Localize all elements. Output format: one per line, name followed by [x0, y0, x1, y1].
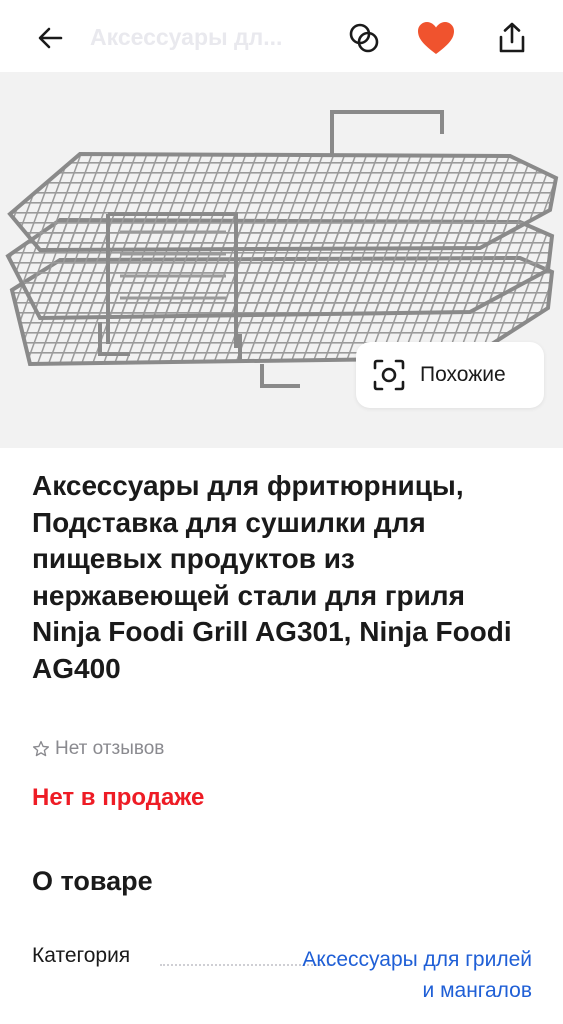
top-bar: Аксессуары дл... [0, 0, 563, 72]
spec-key: Категория [32, 944, 139, 968]
back-button[interactable] [30, 18, 70, 58]
similar-products-label: Похожие [420, 363, 506, 386]
category-link[interactable]: Аксессуары для грилей и мангалов [302, 944, 532, 1006]
spec-row-category: Категория Аксессуары для грилей и мангал… [32, 944, 532, 1014]
rating-row[interactable]: Нет отзывов [32, 738, 164, 760]
heart-icon [418, 22, 454, 54]
header-title: Аксессуары дл... [90, 24, 283, 50]
about-section-title: О товаре [32, 866, 153, 896]
arrow-left-icon [38, 27, 63, 49]
share-button[interactable] [490, 16, 534, 60]
compare-icon [349, 23, 379, 53]
favorite-button[interactable] [414, 16, 458, 60]
product-image-gallery[interactable]: Похожие [0, 72, 563, 448]
product-title: Аксессуары для фритюрницы, Подставка для… [32, 470, 512, 684]
similar-products-button[interactable]: Похожие [356, 342, 544, 408]
reviews-count: Нет отзывов [55, 738, 165, 759]
share-icon [499, 22, 525, 53]
availability-status: Нет в продаже [32, 784, 205, 811]
compare-button[interactable] [342, 16, 386, 60]
visual-search-icon [373, 359, 405, 391]
star-outline-icon [32, 740, 50, 757]
